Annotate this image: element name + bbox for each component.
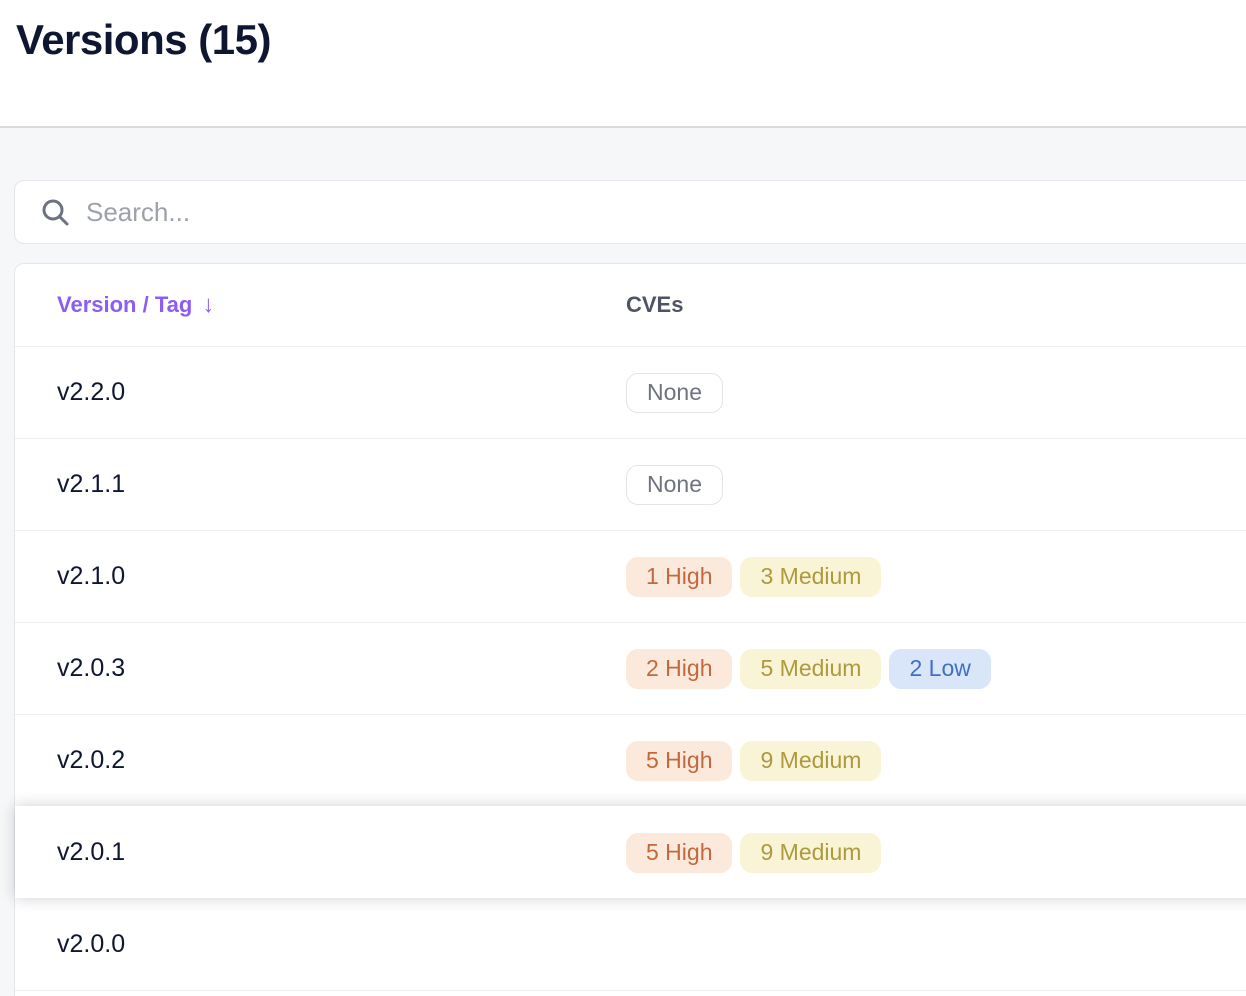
cves-cell: 5 High 9 Medium: [626, 832, 882, 873]
table-row[interactable]: v2.0.3 2 High 5 Medium 2 Low: [15, 622, 1246, 714]
cves-cell: None: [626, 372, 723, 413]
cve-badge-none[interactable]: None: [626, 372, 723, 413]
version-cell: v2.0.2: [57, 746, 126, 774]
table-row[interactable]: v2.0.1 5 High 9 Medium: [15, 806, 1246, 898]
search-icon: [42, 199, 69, 226]
version-cell: v2.1.0: [57, 562, 126, 590]
cve-badge-none[interactable]: None: [626, 464, 723, 505]
version-cell: v2.0.0: [57, 930, 126, 958]
page-title: Versions (15): [16, 16, 271, 63]
table-row[interactable]: v2.2.0 None: [15, 346, 1246, 438]
table-row[interactable]: v2.1.1 None: [15, 438, 1246, 530]
search-box[interactable]: [14, 180, 1246, 244]
cve-badge-high[interactable]: 2 High: [626, 648, 733, 689]
column-header-version-label: Version / Tag: [57, 292, 193, 317]
version-cell: v2.0.1: [57, 838, 126, 866]
cve-badge-medium[interactable]: 5 Medium: [740, 648, 882, 689]
cves-cell: None: [626, 464, 723, 505]
sort-desc-icon: ↓: [202, 291, 215, 318]
table-row[interactable]: v2.0.2 5 High 9 Medium: [15, 714, 1246, 806]
cves-cell: 2 High 5 Medium 2 Low: [626, 648, 991, 689]
column-header-cves[interactable]: CVEs: [626, 292, 683, 318]
content-area: Version / Tag ↓ CVEs v2.2.0 None v2.1.1 Non…: [0, 128, 1246, 996]
cve-badge-medium[interactable]: 9 Medium: [740, 832, 882, 873]
cve-badge-high[interactable]: 5 High: [626, 832, 733, 873]
cves-cell: 1 High 3 Medium: [626, 556, 882, 597]
cve-badge-medium[interactable]: 9 Medium: [740, 740, 882, 781]
search-input[interactable]: [86, 181, 1246, 243]
table-body: v2.2.0 None v2.1.1 None v2.1.0 1 High 3 Medium…: [15, 346, 1246, 996]
cves-cell: 5 High 9 Medium: [626, 740, 882, 781]
table-row-partial: [15, 990, 1246, 996]
versions-table: Version / Tag ↓ CVEs v2.2.0 None v2.1.1 Non…: [14, 263, 1246, 996]
version-cell: v2.1.1: [57, 470, 126, 498]
page-header: Versions (15): [0, 0, 1246, 128]
cve-badge-medium[interactable]: 3 Medium: [740, 556, 882, 597]
version-cell: v2.2.0: [57, 378, 126, 406]
cve-badge-low[interactable]: 2 Low: [889, 648, 991, 689]
column-header-version-tag[interactable]: Version / Tag ↓: [15, 291, 626, 319]
cve-badge-high[interactable]: 1 High: [626, 556, 733, 597]
table-row[interactable]: v2.0.0: [15, 898, 1246, 990]
table-header-row: Version / Tag ↓ CVEs: [15, 264, 1246, 346]
cve-badge-high[interactable]: 5 High: [626, 740, 733, 781]
version-cell: v2.0.3: [57, 654, 126, 682]
table-row[interactable]: v2.1.0 1 High 3 Medium: [15, 530, 1246, 622]
